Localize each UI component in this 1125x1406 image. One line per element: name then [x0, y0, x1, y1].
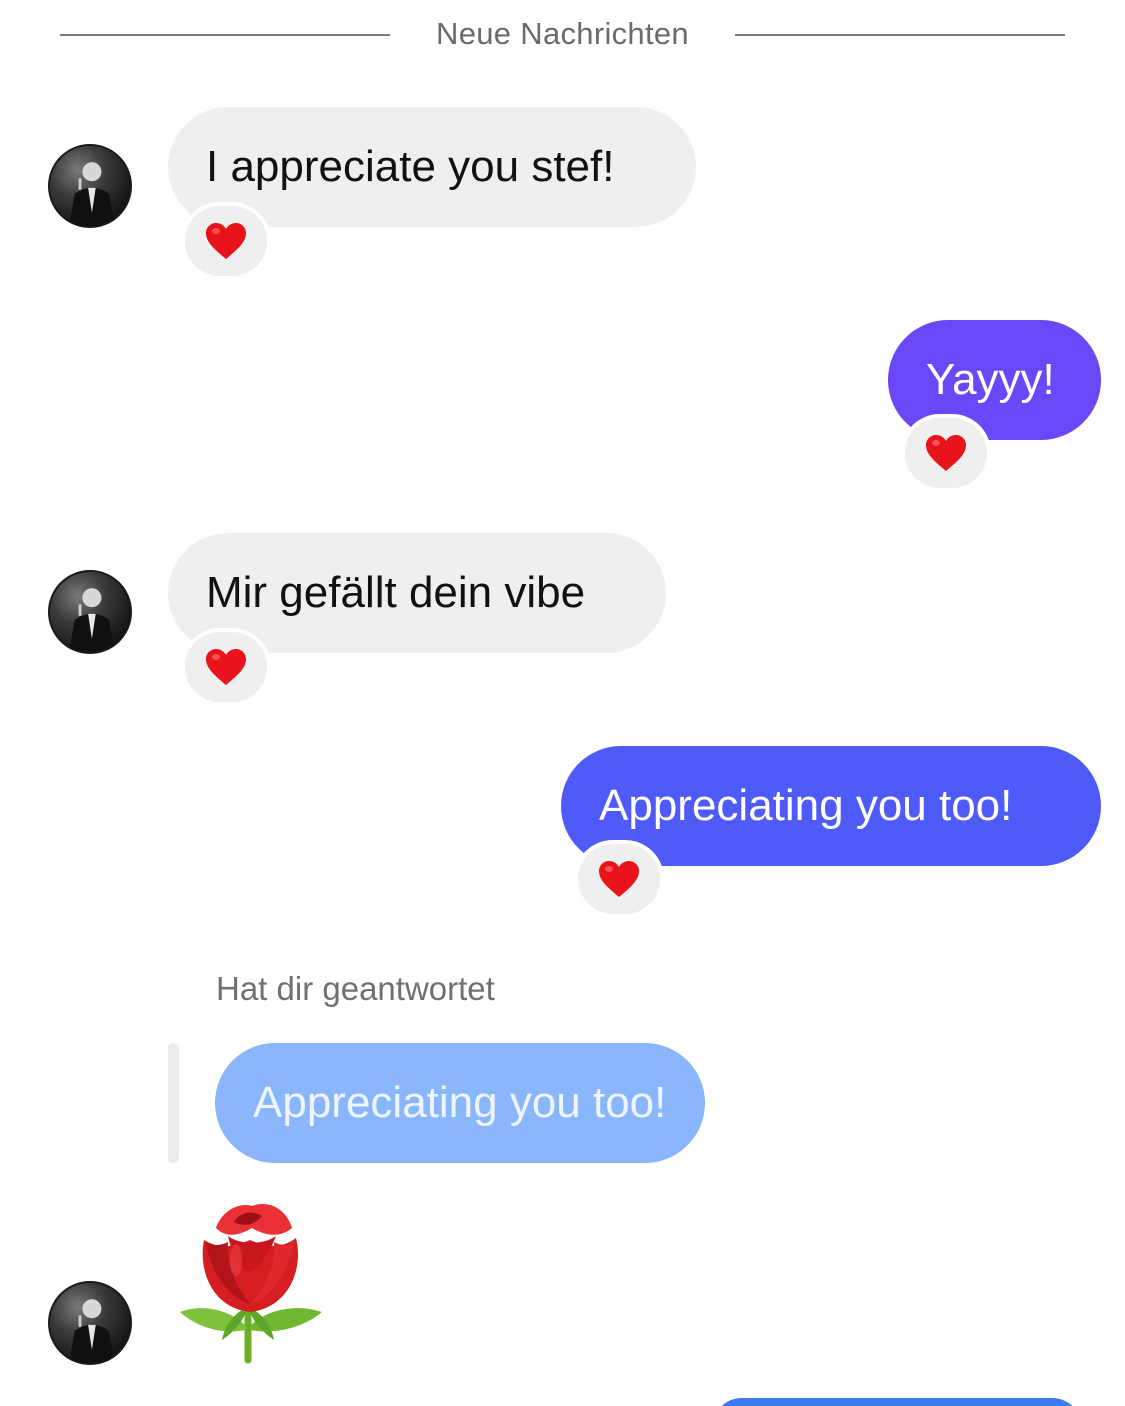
- avatar[interactable]: [48, 144, 132, 228]
- heart-icon: [206, 223, 246, 259]
- new-messages-divider: Neue Nachrichten: [436, 16, 689, 51]
- heart-icon: [926, 435, 966, 471]
- chat-screen: Neue Nachrichten I appreciate you stef! …: [0, 0, 1125, 1406]
- reaction-pill[interactable]: [181, 628, 271, 706]
- divider-line-right: [735, 34, 1065, 36]
- avatar[interactable]: [48, 570, 132, 654]
- rose-icon[interactable]: [176, 1200, 326, 1365]
- message-bubble-outgoing-partial[interactable]: [712, 1398, 1082, 1406]
- reaction-pill[interactable]: [574, 840, 664, 918]
- reply-context-label: Hat dir geantwortet: [216, 970, 495, 1007]
- person-photo-icon: [69, 1299, 115, 1363]
- divider-line-left: [60, 34, 390, 36]
- reaction-pill[interactable]: [181, 202, 271, 280]
- person-photo-icon: [69, 162, 115, 226]
- reaction-pill[interactable]: [901, 414, 991, 492]
- reply-quote-bar: [168, 1043, 179, 1163]
- person-photo-icon: [69, 588, 115, 652]
- heart-icon: [599, 861, 639, 897]
- quoted-message-bubble[interactable]: Appreciating you too!: [215, 1043, 705, 1163]
- heart-icon: [206, 649, 246, 685]
- avatar[interactable]: [48, 1281, 132, 1365]
